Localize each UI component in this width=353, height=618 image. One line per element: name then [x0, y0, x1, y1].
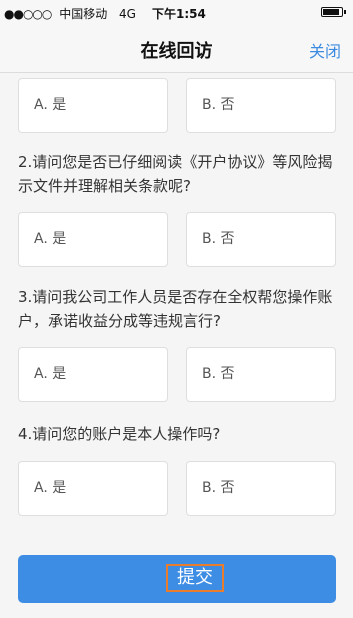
question-2-text: 2.请问您是否已仔细阅读《开户协议》等风险揭示文件并理解相关条款呢?: [18, 153, 333, 195]
question-4-option-yes[interactable]: A. 是: [18, 461, 168, 516]
question-1-option-no[interactable]: B. 否: [186, 78, 336, 133]
page-title: 在线回访: [140, 41, 213, 62]
question-4-options: A. 是 B. 否: [18, 461, 336, 516]
battery-icon: [321, 7, 346, 17]
question-4-text: 4.请问您的账户是本人操作吗?: [18, 425, 221, 443]
question-2-options: A. 是 B. 否: [18, 212, 336, 267]
battery-level: [323, 9, 339, 15]
carrier-name: 中国移动: [59, 7, 108, 21]
question-4-option-no[interactable]: B. 否: [186, 461, 336, 516]
question-3-text: 3.请问我公司工作人员是否存在全权帮您操作账户，承诺收益分成等违规言行?: [18, 288, 333, 330]
status-time: 下午1:54: [152, 7, 206, 21]
question-3-option-no[interactable]: B. 否: [186, 347, 336, 402]
network-type: 4G: [119, 7, 136, 21]
close-button[interactable]: 关闭: [309, 38, 341, 62]
signal-strength-icon: ●●○○○: [4, 7, 52, 21]
status-bar: ●●○○○ 中国移动 4G 下午1:54: [0, 0, 353, 24]
nav-bar: 在线回访 关闭: [0, 24, 353, 73]
question-2-option-no[interactable]: B. 否: [186, 212, 336, 267]
submit-label: 提交: [166, 564, 224, 592]
question-1-option-yes[interactable]: A. 是: [18, 78, 168, 133]
question-2-option-yes[interactable]: A. 是: [18, 212, 168, 267]
question-3-options: A. 是 B. 否: [18, 347, 336, 402]
question-3-option-yes[interactable]: A. 是: [18, 347, 168, 402]
submit-button[interactable]: 提交: [18, 555, 336, 603]
status-left: ●●○○○ 中国移动 4G: [4, 5, 154, 22]
battery-tip: [344, 10, 346, 14]
questionnaire: A. 是 B. 否 2.请问您是否已仔细阅读《开户协议》等风险揭示文件并理解相关…: [0, 73, 353, 618]
question-1-options: A. 是 B. 否: [18, 78, 336, 133]
